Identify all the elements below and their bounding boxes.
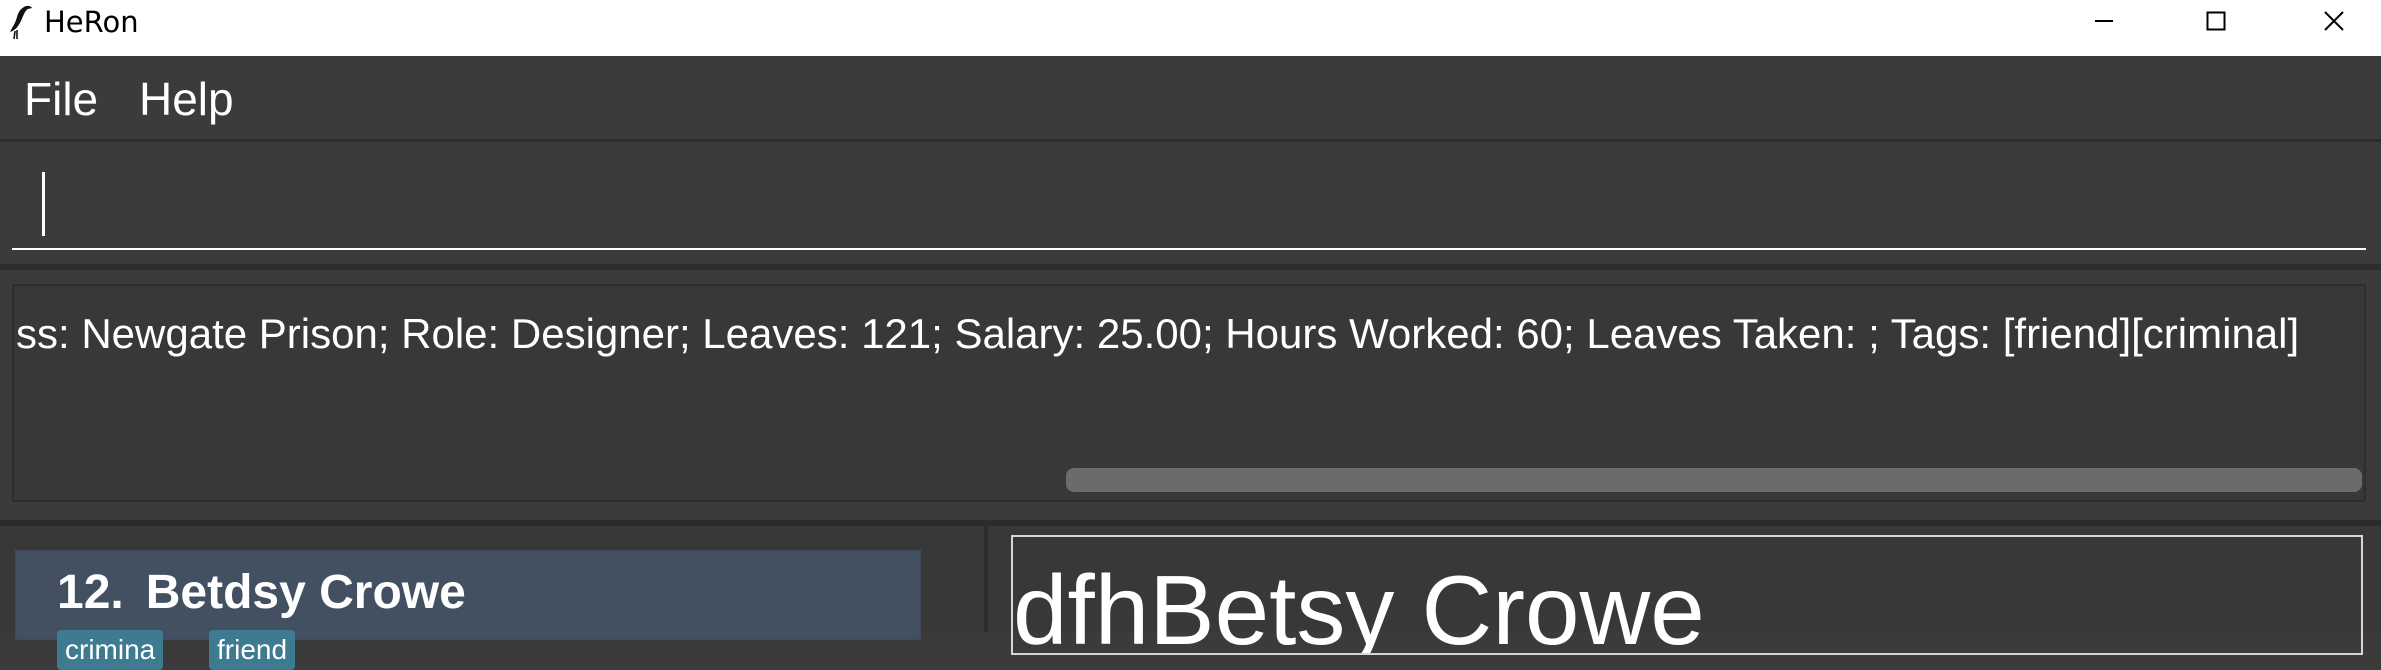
menu-file[interactable]: File (24, 72, 98, 126)
horizontal-scrollbar[interactable] (1066, 468, 2362, 492)
menu-help[interactable]: Help (139, 72, 234, 126)
person-index: 12. (57, 566, 124, 619)
person-detail-panel: dfhBetsy Crowe (988, 526, 2381, 655)
command-box (0, 142, 2381, 270)
heron-bird-icon (4, 4, 36, 40)
tag-badge: friend (209, 630, 296, 670)
window-title-bar: HeRon (0, 0, 2381, 56)
list-item[interactable]: 12. Betdsy Crowe crimina friend (15, 550, 921, 670)
result-text-area[interactable]: ss: Newgate Prison; Role: Designer; Leav… (12, 284, 2366, 502)
window-title: HeRon (44, 5, 139, 39)
minimize-button[interactable] (2046, 0, 2162, 42)
detail-person-name: dfhBetsy Crowe (1013, 555, 1705, 655)
person-list-panel: 12. Betdsy Crowe crimina friend (0, 526, 984, 670)
text-caret (42, 172, 45, 236)
person-card-title: 12. Betdsy Crowe (57, 568, 466, 618)
close-icon (2324, 11, 2344, 31)
detail-card: dfhBetsy Crowe (1011, 535, 2363, 655)
minimize-icon (2095, 20, 2113, 22)
maximize-button[interactable] (2158, 0, 2274, 42)
command-input[interactable] (12, 156, 2366, 250)
close-button[interactable] (2276, 0, 2381, 42)
result-message: ss: Newgate Prison; Role: Designer; Leav… (16, 310, 2300, 357)
maximize-icon (2206, 11, 2226, 31)
menu-bar: File Help (0, 56, 2381, 142)
result-display: ss: Newgate Prison; Role: Designer; Leav… (0, 270, 2381, 520)
person-name: Betdsy Crowe (145, 566, 466, 619)
tag-badge: crimina (57, 630, 164, 670)
